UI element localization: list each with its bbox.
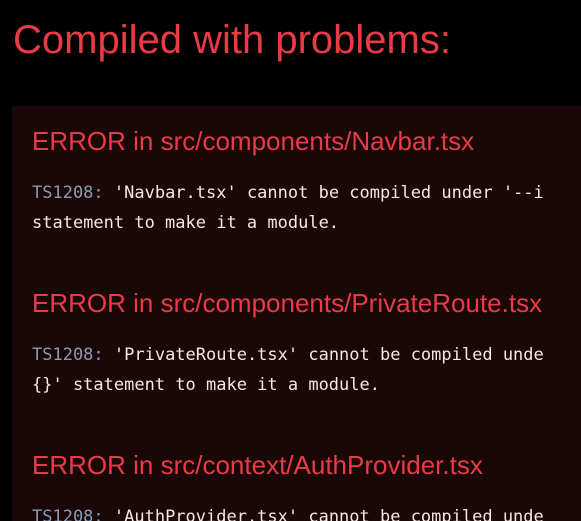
error-item-authprovider: ERROR in src/context/AuthProvider.tsx TS…	[32, 450, 581, 521]
error-message-line-2: statement to make it a module.	[32, 213, 340, 233]
error-code: TS1208:	[32, 183, 104, 203]
error-message: TS1208: 'PrivateRoute.tsx' cannot be com…	[32, 340, 581, 400]
error-message-line-2: {}' statement to make it a module.	[32, 375, 380, 395]
error-item-navbar: ERROR in src/components/Navbar.tsx TS120…	[32, 126, 581, 238]
error-header: ERROR in src/components/PrivateRoute.tsx	[32, 288, 543, 318]
error-header: ERROR in src/context/AuthProvider.tsx	[32, 450, 483, 480]
error-code: TS1208:	[32, 345, 104, 365]
overlay-title: Compiled with problems:	[13, 18, 451, 62]
error-message: TS1208: 'Navbar.tsx' cannot be compiled …	[32, 178, 581, 238]
error-message-line-1: 'PrivateRoute.tsx' cannot be compiled un…	[103, 345, 544, 365]
error-panel[interactable]: ERROR in src/components/Navbar.tsx TS120…	[12, 106, 581, 521]
error-message-line-1: 'Navbar.tsx' cannot be compiled under '-…	[103, 183, 544, 203]
error-message: TS1208: 'AuthProvider.tsx' cannot be com…	[32, 502, 581, 521]
error-item-privateroute: ERROR in src/components/PrivateRoute.tsx…	[32, 288, 581, 400]
error-message-line-1: 'AuthProvider.tsx' cannot be compiled un…	[103, 507, 544, 521]
error-code: TS1208:	[32, 507, 104, 521]
error-header: ERROR in src/components/Navbar.tsx	[32, 126, 475, 156]
